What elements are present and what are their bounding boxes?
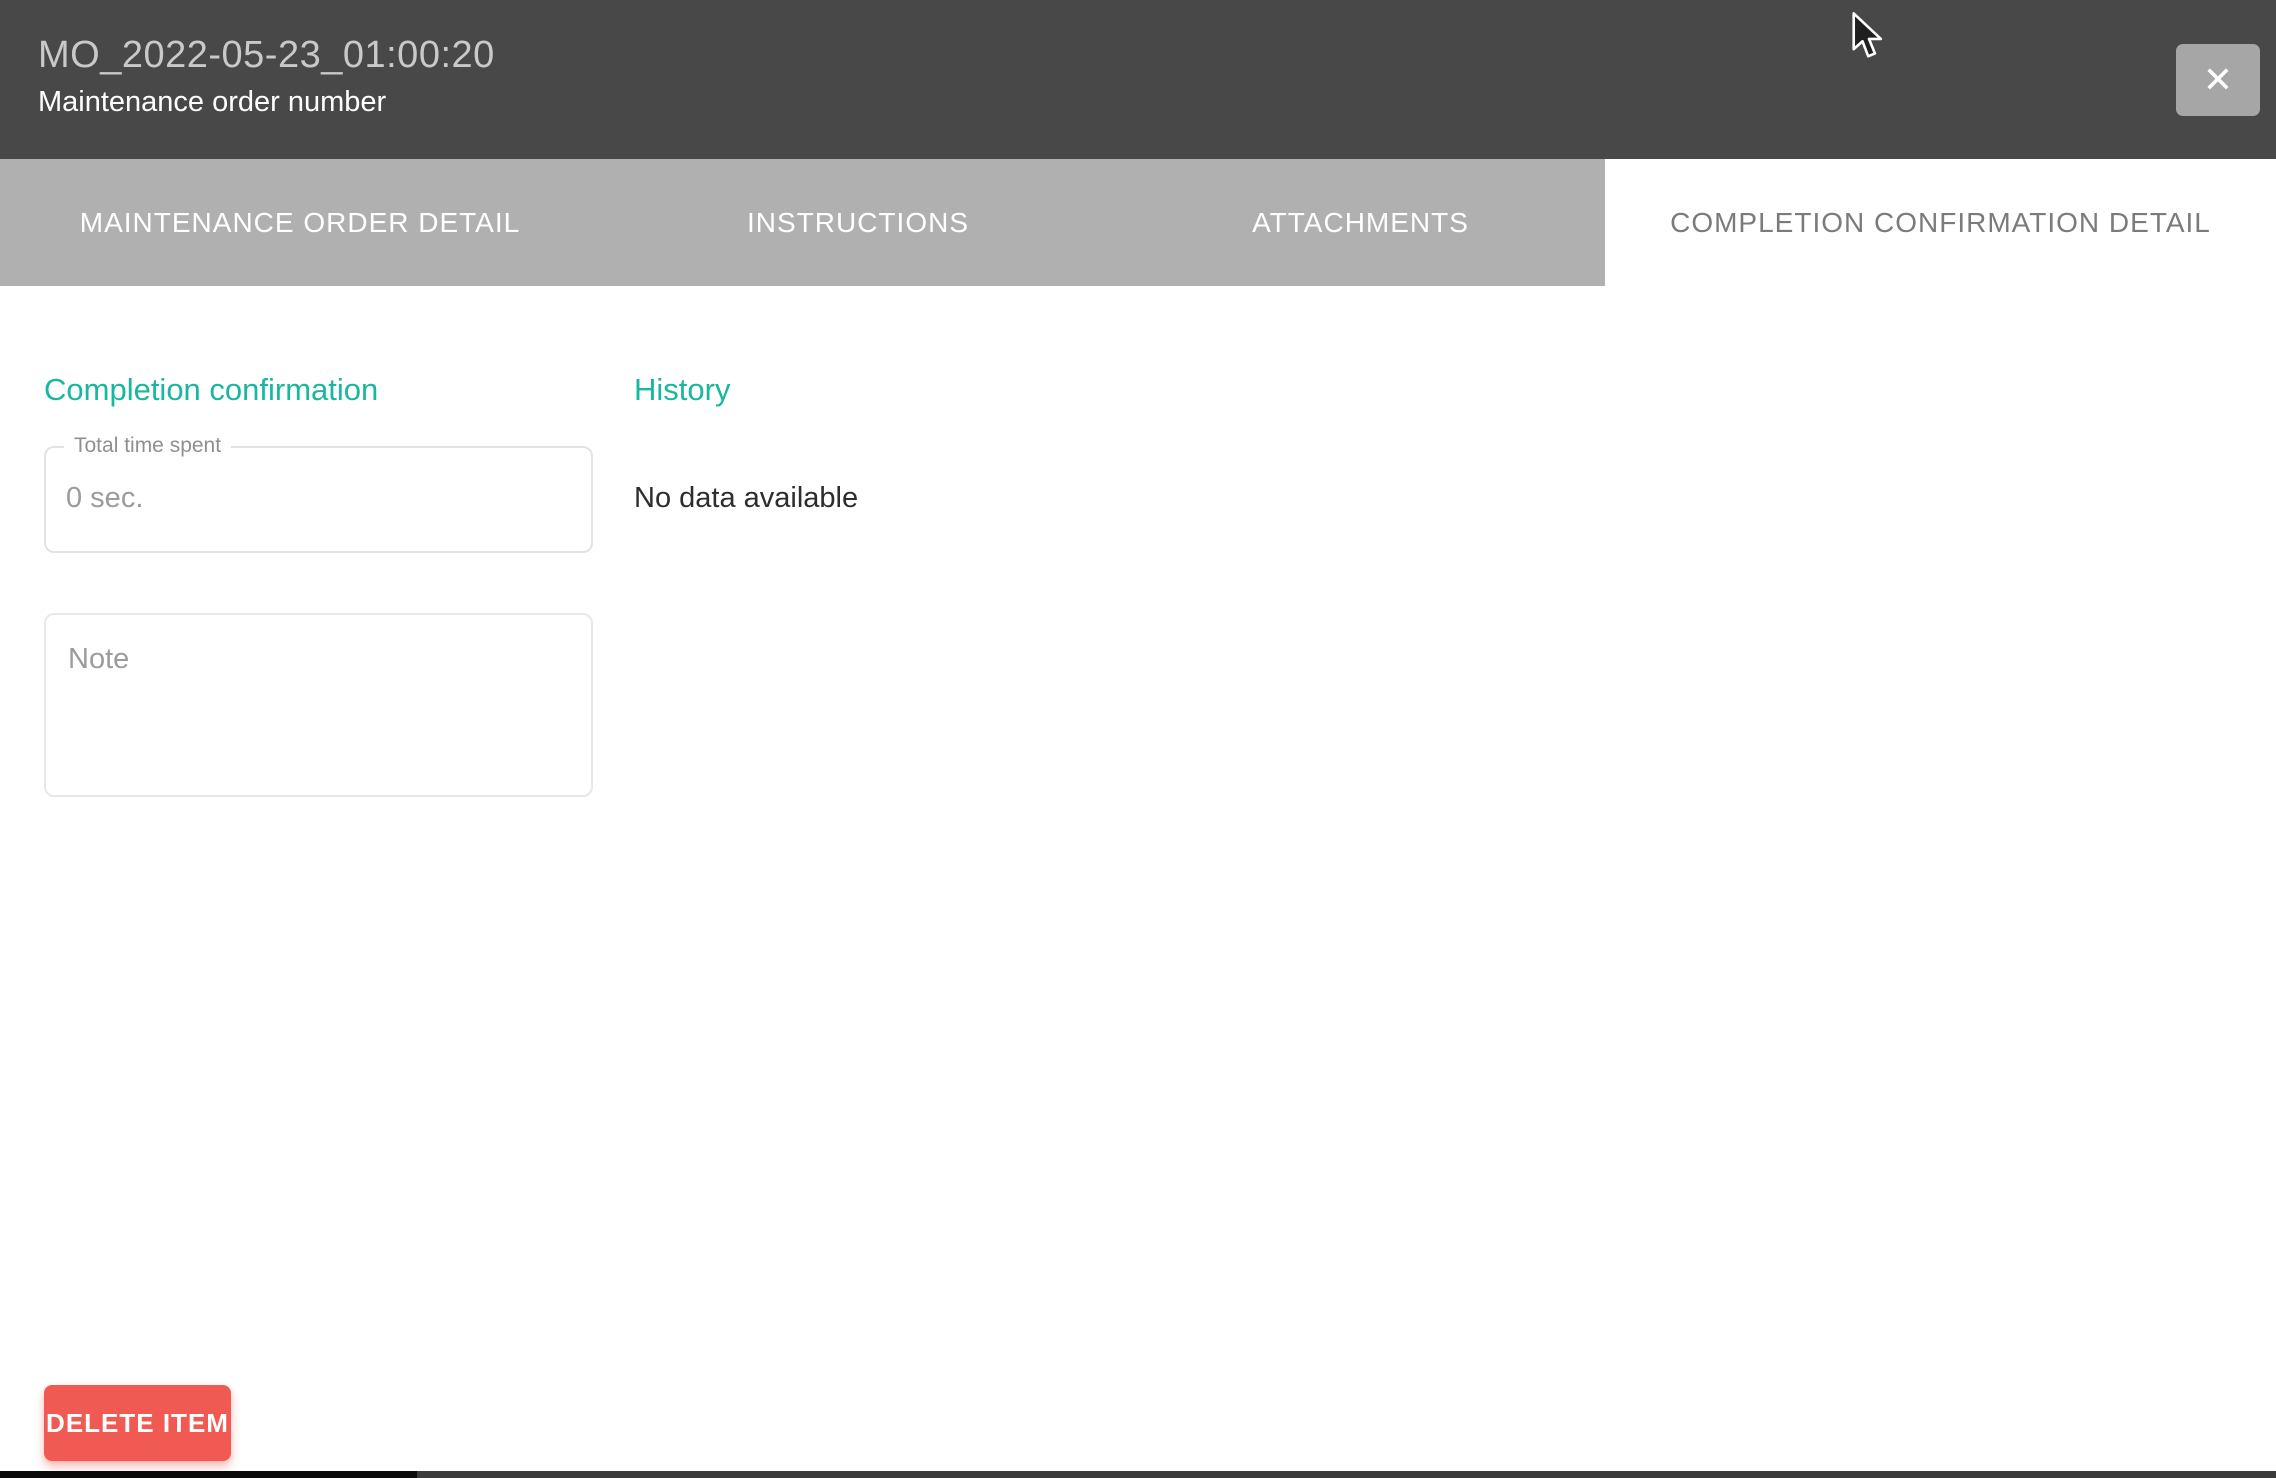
history-heading: History	[634, 372, 730, 408]
total-time-spent-label: Total time spent	[64, 434, 231, 458]
tab-completion-confirmation-detail[interactable]: COMPLETION CONFIRMATION DETAIL	[1605, 159, 2276, 286]
tab-attachments[interactable]: ATTACHMENTS	[1116, 159, 1605, 286]
close-icon: ✕	[2203, 62, 2233, 98]
inactive-tab-group: MAINTENANCE ORDER DETAIL INSTRUCTIONS AT…	[0, 159, 1605, 286]
maintenance-order-title: MO_2022-05-23_01:00:20	[38, 34, 495, 77]
delete-item-button[interactable]: DELETE ITEM	[44, 1385, 231, 1461]
tab-maintenance-order-detail[interactable]: MAINTENANCE ORDER DETAIL	[0, 159, 600, 286]
modal-header: MO_2022-05-23_01:00:20 Maintenance order…	[0, 0, 2276, 159]
tab-bar: MAINTENANCE ORDER DETAIL INSTRUCTIONS AT…	[0, 159, 2276, 286]
total-time-spent-field: Total time spent	[44, 446, 593, 553]
close-button[interactable]: ✕	[2176, 44, 2260, 116]
history-empty-text: No data available	[634, 482, 858, 515]
total-time-spent-input[interactable]	[66, 482, 566, 515]
note-input[interactable]	[46, 615, 591, 795]
note-field	[44, 613, 593, 797]
completion-confirmation-heading: Completion confirmation	[44, 372, 378, 408]
page-bottom-edge-dark-segment	[0, 1471, 417, 1478]
tab-instructions[interactable]: INSTRUCTIONS	[600, 159, 1116, 286]
maintenance-order-subtitle: Maintenance order number	[38, 86, 386, 119]
page-bottom-edge	[0, 1471, 2276, 1478]
